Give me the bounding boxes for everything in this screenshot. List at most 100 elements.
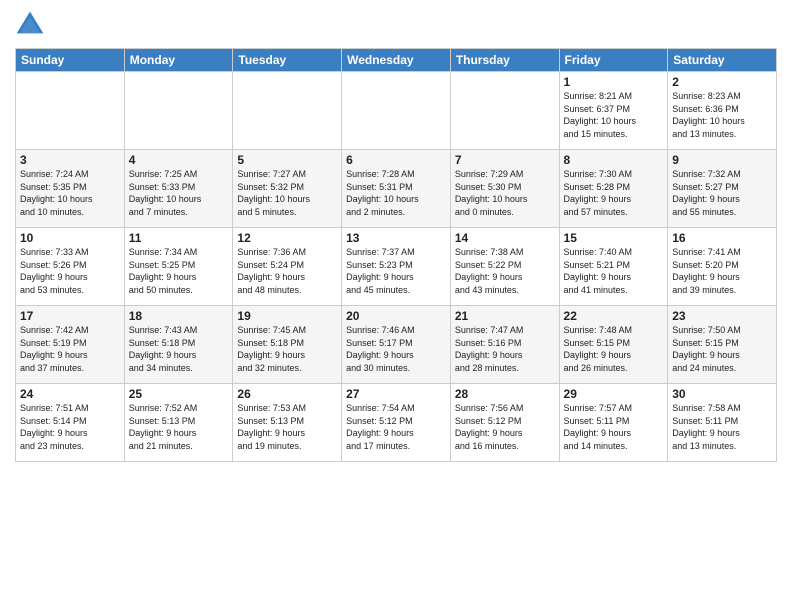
day-number: 25 (129, 387, 229, 401)
calendar-cell: 18Sunrise: 7:43 AM Sunset: 5:18 PM Dayli… (124, 306, 233, 384)
day-info: Sunrise: 7:50 AM Sunset: 5:15 PM Dayligh… (672, 324, 772, 374)
calendar-table: SundayMondayTuesdayWednesdayThursdayFrid… (15, 48, 777, 462)
day-info: Sunrise: 7:27 AM Sunset: 5:32 PM Dayligh… (237, 168, 337, 218)
day-info: Sunrise: 7:57 AM Sunset: 5:11 PM Dayligh… (564, 402, 664, 452)
day-info: Sunrise: 7:32 AM Sunset: 5:27 PM Dayligh… (672, 168, 772, 218)
calendar-cell: 12Sunrise: 7:36 AM Sunset: 5:24 PM Dayli… (233, 228, 342, 306)
calendar-cell: 16Sunrise: 7:41 AM Sunset: 5:20 PM Dayli… (668, 228, 777, 306)
day-number: 30 (672, 387, 772, 401)
calendar-cell: 26Sunrise: 7:53 AM Sunset: 5:13 PM Dayli… (233, 384, 342, 462)
day-number: 24 (20, 387, 120, 401)
day-number: 11 (129, 231, 229, 245)
calendar-header-saturday: Saturday (668, 49, 777, 72)
day-number: 16 (672, 231, 772, 245)
day-info: Sunrise: 7:38 AM Sunset: 5:22 PM Dayligh… (455, 246, 555, 296)
day-number: 29 (564, 387, 664, 401)
calendar-cell: 24Sunrise: 7:51 AM Sunset: 5:14 PM Dayli… (16, 384, 125, 462)
day-number: 18 (129, 309, 229, 323)
day-info: Sunrise: 7:25 AM Sunset: 5:33 PM Dayligh… (129, 168, 229, 218)
calendar-header-monday: Monday (124, 49, 233, 72)
day-info: Sunrise: 7:24 AM Sunset: 5:35 PM Dayligh… (20, 168, 120, 218)
day-number: 5 (237, 153, 337, 167)
day-number: 14 (455, 231, 555, 245)
day-number: 27 (346, 387, 446, 401)
calendar-cell: 10Sunrise: 7:33 AM Sunset: 5:26 PM Dayli… (16, 228, 125, 306)
calendar-cell: 27Sunrise: 7:54 AM Sunset: 5:12 PM Dayli… (342, 384, 451, 462)
calendar-cell: 4Sunrise: 7:25 AM Sunset: 5:33 PM Daylig… (124, 150, 233, 228)
day-number: 15 (564, 231, 664, 245)
day-number: 10 (20, 231, 120, 245)
calendar-cell: 15Sunrise: 7:40 AM Sunset: 5:21 PM Dayli… (559, 228, 668, 306)
day-number: 26 (237, 387, 337, 401)
calendar-week-row: 24Sunrise: 7:51 AM Sunset: 5:14 PM Dayli… (16, 384, 777, 462)
day-info: Sunrise: 8:21 AM Sunset: 6:37 PM Dayligh… (564, 90, 664, 140)
day-info: Sunrise: 7:41 AM Sunset: 5:20 PM Dayligh… (672, 246, 772, 296)
calendar-cell (233, 72, 342, 150)
day-info: Sunrise: 7:40 AM Sunset: 5:21 PM Dayligh… (564, 246, 664, 296)
calendar-header-sunday: Sunday (16, 49, 125, 72)
header-row (15, 10, 777, 40)
day-info: Sunrise: 7:34 AM Sunset: 5:25 PM Dayligh… (129, 246, 229, 296)
calendar-cell (124, 72, 233, 150)
day-number: 21 (455, 309, 555, 323)
calendar-cell: 11Sunrise: 7:34 AM Sunset: 5:25 PM Dayli… (124, 228, 233, 306)
day-info: Sunrise: 7:46 AM Sunset: 5:17 PM Dayligh… (346, 324, 446, 374)
day-number: 1 (564, 75, 664, 89)
day-number: 23 (672, 309, 772, 323)
calendar-header-friday: Friday (559, 49, 668, 72)
day-number: 17 (20, 309, 120, 323)
calendar-cell: 9Sunrise: 7:32 AM Sunset: 5:27 PM Daylig… (668, 150, 777, 228)
day-number: 7 (455, 153, 555, 167)
calendar-week-row: 17Sunrise: 7:42 AM Sunset: 5:19 PM Dayli… (16, 306, 777, 384)
calendar-cell: 29Sunrise: 7:57 AM Sunset: 5:11 PM Dayli… (559, 384, 668, 462)
day-number: 4 (129, 153, 229, 167)
day-number: 3 (20, 153, 120, 167)
calendar-cell: 2Sunrise: 8:23 AM Sunset: 6:36 PM Daylig… (668, 72, 777, 150)
logo (15, 10, 49, 40)
day-info: Sunrise: 7:48 AM Sunset: 5:15 PM Dayligh… (564, 324, 664, 374)
day-info: Sunrise: 7:42 AM Sunset: 5:19 PM Dayligh… (20, 324, 120, 374)
day-info: Sunrise: 7:30 AM Sunset: 5:28 PM Dayligh… (564, 168, 664, 218)
calendar-cell: 6Sunrise: 7:28 AM Sunset: 5:31 PM Daylig… (342, 150, 451, 228)
day-number: 2 (672, 75, 772, 89)
calendar-cell: 3Sunrise: 7:24 AM Sunset: 5:35 PM Daylig… (16, 150, 125, 228)
calendar-cell: 23Sunrise: 7:50 AM Sunset: 5:15 PM Dayli… (668, 306, 777, 384)
calendar-header-wednesday: Wednesday (342, 49, 451, 72)
day-info: Sunrise: 7:36 AM Sunset: 5:24 PM Dayligh… (237, 246, 337, 296)
day-info: Sunrise: 7:37 AM Sunset: 5:23 PM Dayligh… (346, 246, 446, 296)
calendar-cell (450, 72, 559, 150)
calendar-cell: 21Sunrise: 7:47 AM Sunset: 5:16 PM Dayli… (450, 306, 559, 384)
calendar-cell: 19Sunrise: 7:45 AM Sunset: 5:18 PM Dayli… (233, 306, 342, 384)
day-number: 6 (346, 153, 446, 167)
calendar-week-row: 3Sunrise: 7:24 AM Sunset: 5:35 PM Daylig… (16, 150, 777, 228)
calendar-cell: 8Sunrise: 7:30 AM Sunset: 5:28 PM Daylig… (559, 150, 668, 228)
day-info: Sunrise: 7:54 AM Sunset: 5:12 PM Dayligh… (346, 402, 446, 452)
page-container: SundayMondayTuesdayWednesdayThursdayFrid… (0, 0, 792, 612)
calendar-cell: 17Sunrise: 7:42 AM Sunset: 5:19 PM Dayli… (16, 306, 125, 384)
day-number: 20 (346, 309, 446, 323)
calendar-week-row: 10Sunrise: 7:33 AM Sunset: 5:26 PM Dayli… (16, 228, 777, 306)
day-info: Sunrise: 8:23 AM Sunset: 6:36 PM Dayligh… (672, 90, 772, 140)
day-info: Sunrise: 7:47 AM Sunset: 5:16 PM Dayligh… (455, 324, 555, 374)
day-number: 19 (237, 309, 337, 323)
calendar-cell: 22Sunrise: 7:48 AM Sunset: 5:15 PM Dayli… (559, 306, 668, 384)
day-number: 12 (237, 231, 337, 245)
calendar-cell: 28Sunrise: 7:56 AM Sunset: 5:12 PM Dayli… (450, 384, 559, 462)
calendar-cell: 1Sunrise: 8:21 AM Sunset: 6:37 PM Daylig… (559, 72, 668, 150)
calendar-cell: 13Sunrise: 7:37 AM Sunset: 5:23 PM Dayli… (342, 228, 451, 306)
logo-icon (15, 10, 45, 40)
day-info: Sunrise: 7:45 AM Sunset: 5:18 PM Dayligh… (237, 324, 337, 374)
day-number: 28 (455, 387, 555, 401)
calendar-cell: 20Sunrise: 7:46 AM Sunset: 5:17 PM Dayli… (342, 306, 451, 384)
calendar-cell (342, 72, 451, 150)
calendar-cell: 7Sunrise: 7:29 AM Sunset: 5:30 PM Daylig… (450, 150, 559, 228)
calendar-cell: 5Sunrise: 7:27 AM Sunset: 5:32 PM Daylig… (233, 150, 342, 228)
day-info: Sunrise: 7:43 AM Sunset: 5:18 PM Dayligh… (129, 324, 229, 374)
day-number: 8 (564, 153, 664, 167)
calendar-cell: 30Sunrise: 7:58 AM Sunset: 5:11 PM Dayli… (668, 384, 777, 462)
day-info: Sunrise: 7:29 AM Sunset: 5:30 PM Dayligh… (455, 168, 555, 218)
day-info: Sunrise: 7:52 AM Sunset: 5:13 PM Dayligh… (129, 402, 229, 452)
calendar-header-tuesday: Tuesday (233, 49, 342, 72)
day-info: Sunrise: 7:51 AM Sunset: 5:14 PM Dayligh… (20, 402, 120, 452)
calendar-cell: 14Sunrise: 7:38 AM Sunset: 5:22 PM Dayli… (450, 228, 559, 306)
